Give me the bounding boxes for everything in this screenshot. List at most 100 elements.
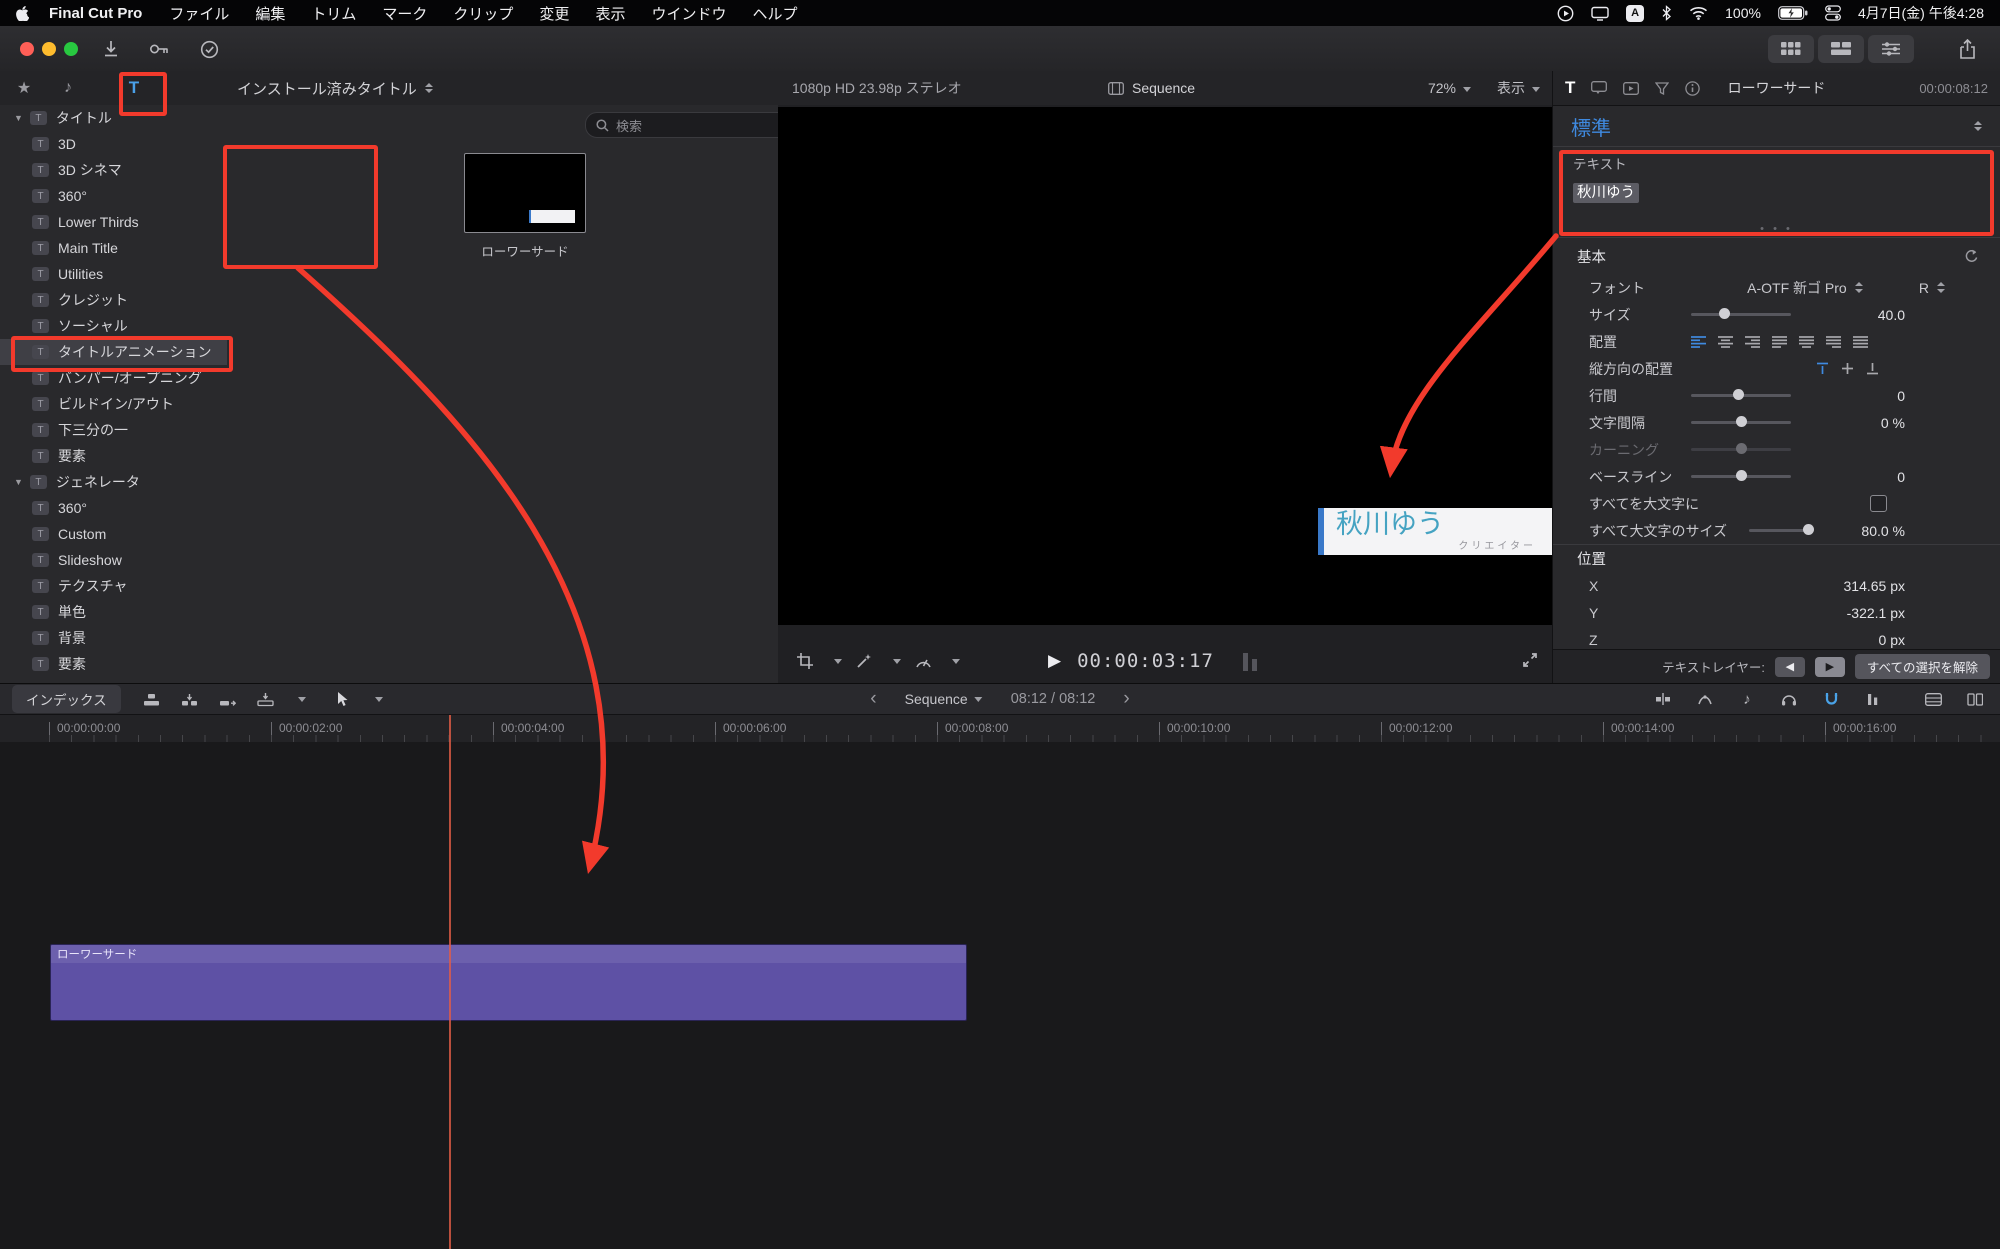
textarea-resize-handle-icon[interactable]: • • • — [1553, 225, 2000, 237]
sidebar-item[interactable]: 単色 — [0, 599, 227, 625]
justify-right-icon[interactable] — [1826, 336, 1841, 348]
skimming-icon[interactable] — [1692, 688, 1718, 710]
viewer-sequence-label[interactable]: Sequence — [1108, 80, 1195, 96]
line-spacing-slider[interactable] — [1691, 394, 1791, 397]
timeline-track-area[interactable]: ローワーサード — [0, 742, 2000, 1249]
previous-text-layer-button[interactable]: ◀ — [1775, 657, 1805, 677]
libraries-tab-icon[interactable]: ★ — [8, 76, 40, 100]
keywords-button[interactable] — [144, 36, 174, 62]
disclosure-triangle-icon[interactable]: ▼ — [14, 477, 23, 487]
valign-top-icon[interactable] — [1816, 362, 1829, 375]
share-button[interactable] — [1952, 36, 1982, 62]
effects-browser-icon[interactable] — [1962, 688, 1988, 710]
sidebar-item[interactable]: Utilities — [0, 261, 227, 287]
justify-left-icon[interactable] — [1772, 336, 1787, 348]
title-thumbnail[interactable]: ローワーサード — [464, 153, 586, 260]
title-text-input[interactable]: 秋川ゆう — [1553, 173, 2000, 225]
position-x-value[interactable]: 314.65 px — [1844, 578, 1906, 594]
enhance-wand-button[interactable] — [851, 650, 877, 672]
sidebar-item[interactable]: Main Title — [0, 235, 227, 261]
browser-layout-button[interactable] — [1768, 35, 1814, 63]
timeline-ruler[interactable]: 00:00:00:0000:00:02:0000:00:04:0000:00:0… — [0, 715, 2000, 743]
overwrite-edit-icon[interactable] — [253, 688, 279, 710]
apple-menu-icon[interactable] — [16, 6, 29, 21]
sidebar-item[interactable]: クレジット — [0, 287, 227, 313]
connect-edit-icon[interactable] — [139, 688, 165, 710]
snapping-icon[interactable] — [1818, 688, 1844, 710]
menu-item[interactable]: クリップ — [440, 3, 526, 24]
chevron-down-icon[interactable] — [375, 697, 383, 702]
text-inspector-tab[interactable]: T — [1565, 78, 1575, 98]
disclosure-triangle-icon[interactable]: ▼ — [14, 113, 23, 123]
audio-skimming-icon[interactable]: ♪ — [1734, 688, 1760, 710]
lower-third-overlay[interactable]: 秋川ゆう クリエイター — [1318, 508, 1556, 555]
menu-item[interactable]: 表示 — [582, 3, 638, 24]
bluetooth-icon[interactable] — [1661, 5, 1672, 21]
audio-meters-icon[interactable] — [1243, 651, 1257, 671]
play-button[interactable]: ▶ — [1048, 651, 1061, 671]
retime-button[interactable] — [910, 650, 936, 672]
timeline-back-button[interactable]: ‹ — [870, 688, 876, 710]
justify-all-icon[interactable] — [1853, 336, 1868, 348]
menu-item[interactable]: マーク — [369, 3, 440, 24]
sequence-dropdown[interactable]: Sequence — [905, 691, 983, 707]
preset-dropdown[interactable]: 標準 — [1553, 106, 2000, 147]
deselect-all-button[interactable]: すべての選択を解除 — [1855, 654, 1990, 679]
sidebar-item[interactable]: ビルドイン/アウト — [0, 391, 227, 417]
position-section-header[interactable]: 位置 — [1553, 545, 2000, 572]
baseline-slider[interactable] — [1691, 475, 1791, 478]
app-menu-title[interactable]: Final Cut Pro — [35, 5, 156, 22]
sidebar-item[interactable]: テクスチャ — [0, 573, 227, 599]
menu-item[interactable]: ファイル — [156, 3, 242, 24]
sidebar-item[interactable]: 360° — [0, 495, 227, 521]
crop-tool-button[interactable] — [792, 650, 818, 672]
all-caps-size-slider[interactable] — [1749, 529, 1809, 532]
display-icon[interactable] — [1591, 6, 1609, 21]
sidebar-item[interactable]: バンパー/オープニング — [0, 365, 227, 391]
import-media-button[interactable] — [96, 36, 126, 62]
menu-item[interactable]: ウインドウ — [638, 3, 739, 24]
video-inspector-tab[interactable] — [1623, 82, 1639, 95]
index-button[interactable]: インデックス — [12, 685, 121, 713]
viewer-timecode[interactable]: 00:00:03:17 — [1077, 650, 1214, 672]
insert-edit-icon[interactable] — [177, 688, 203, 710]
chevron-down-icon[interactable] — [952, 659, 960, 664]
viewer-view-dropdown[interactable]: 表示 — [1497, 78, 1540, 98]
menu-datetime[interactable]: 4月7日(金) 午後4:28 — [1858, 3, 1984, 23]
viewer-format-info[interactable]: 1080p HD 23.98p ステレオ — [792, 78, 962, 98]
search-input[interactable]: 検索 — [585, 112, 794, 138]
all-caps-size-value[interactable]: 80.0 % — [1861, 523, 1905, 539]
sidebar-item[interactable]: タイトルアニメーション — [0, 339, 227, 365]
titles-source-dropdown[interactable]: インストール済みタイトル — [237, 78, 433, 99]
playhead[interactable] — [449, 715, 451, 1249]
next-text-layer-button[interactable]: ▶ — [1815, 657, 1845, 677]
photos-audio-tab-icon[interactable]: ♪ — [52, 76, 84, 100]
wifi-icon[interactable] — [1689, 6, 1708, 20]
solo-icon[interactable] — [1776, 688, 1802, 710]
sidebar-item[interactable]: Slideshow — [0, 547, 227, 573]
all-caps-checkbox[interactable] — [1870, 495, 1887, 512]
info-inspector-tab[interactable] — [1685, 81, 1700, 96]
close-window-button[interactable] — [20, 42, 34, 56]
chevron-down-icon[interactable] — [298, 697, 306, 702]
baseline-value[interactable]: 0 — [1897, 469, 1905, 485]
position-z-value[interactable]: 0 px — [1879, 632, 1905, 648]
viewer-zoom-dropdown[interactable]: 72% — [1428, 80, 1471, 96]
menu-item[interactable]: 変更 — [526, 3, 582, 24]
sidebar-section-header[interactable]: ▼タイトル — [0, 105, 227, 131]
font-weight-dropdown[interactable]: R — [1919, 280, 1945, 296]
clip-appearance-icon[interactable] — [1920, 688, 1946, 710]
position-y-value[interactable]: -322.1 px — [1847, 605, 1905, 621]
menu-item[interactable]: トリム — [298, 3, 369, 24]
sidebar-item[interactable]: Lower Thirds — [0, 209, 227, 235]
chevron-down-icon[interactable] — [893, 659, 901, 664]
align-center-icon[interactable] — [1718, 336, 1733, 348]
align-left-icon[interactable] — [1691, 336, 1706, 348]
trim-overview-icon[interactable] — [1650, 688, 1676, 710]
menu-item[interactable]: 編集 — [242, 3, 298, 24]
sidebar-item[interactable]: 要素 — [0, 651, 227, 677]
input-source-badge[interactable]: A — [1626, 5, 1644, 22]
audio-meters-toggle-icon[interactable] — [1860, 688, 1886, 710]
sidebar-item[interactable]: 背景 — [0, 625, 227, 651]
fullscreen-icon[interactable] — [1522, 652, 1538, 671]
